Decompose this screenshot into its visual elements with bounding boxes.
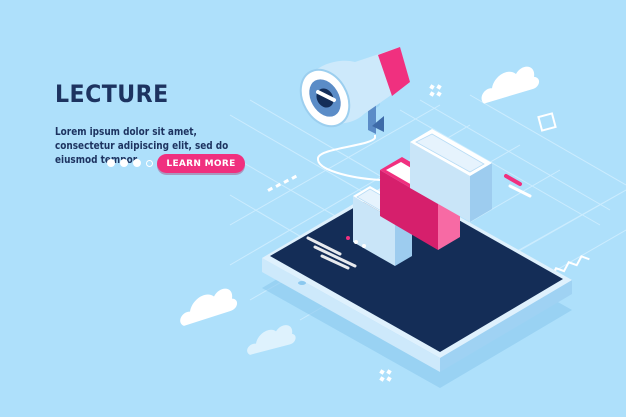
carousel-dot-active[interactable] bbox=[146, 159, 153, 167]
page-title: LECTURE bbox=[55, 80, 169, 108]
learn-more-button[interactable]: LEARN MORE bbox=[157, 154, 245, 173]
carousel-indicators bbox=[107, 159, 153, 167]
cloud-icon bbox=[180, 288, 237, 326]
carousel-dot[interactable] bbox=[133, 159, 141, 167]
hero-banner: LECTURE Lorem ipsum dolor sit amet, cons… bbox=[0, 0, 626, 417]
carousel-dot[interactable] bbox=[107, 159, 115, 167]
isometric-illustration bbox=[180, 47, 626, 388]
cloud-icon bbox=[247, 325, 296, 355]
megaphone-icon bbox=[299, 47, 410, 134]
cloud-icon bbox=[481, 66, 539, 104]
carousel-dot[interactable] bbox=[120, 159, 128, 167]
decorative-frame bbox=[537, 112, 557, 132]
